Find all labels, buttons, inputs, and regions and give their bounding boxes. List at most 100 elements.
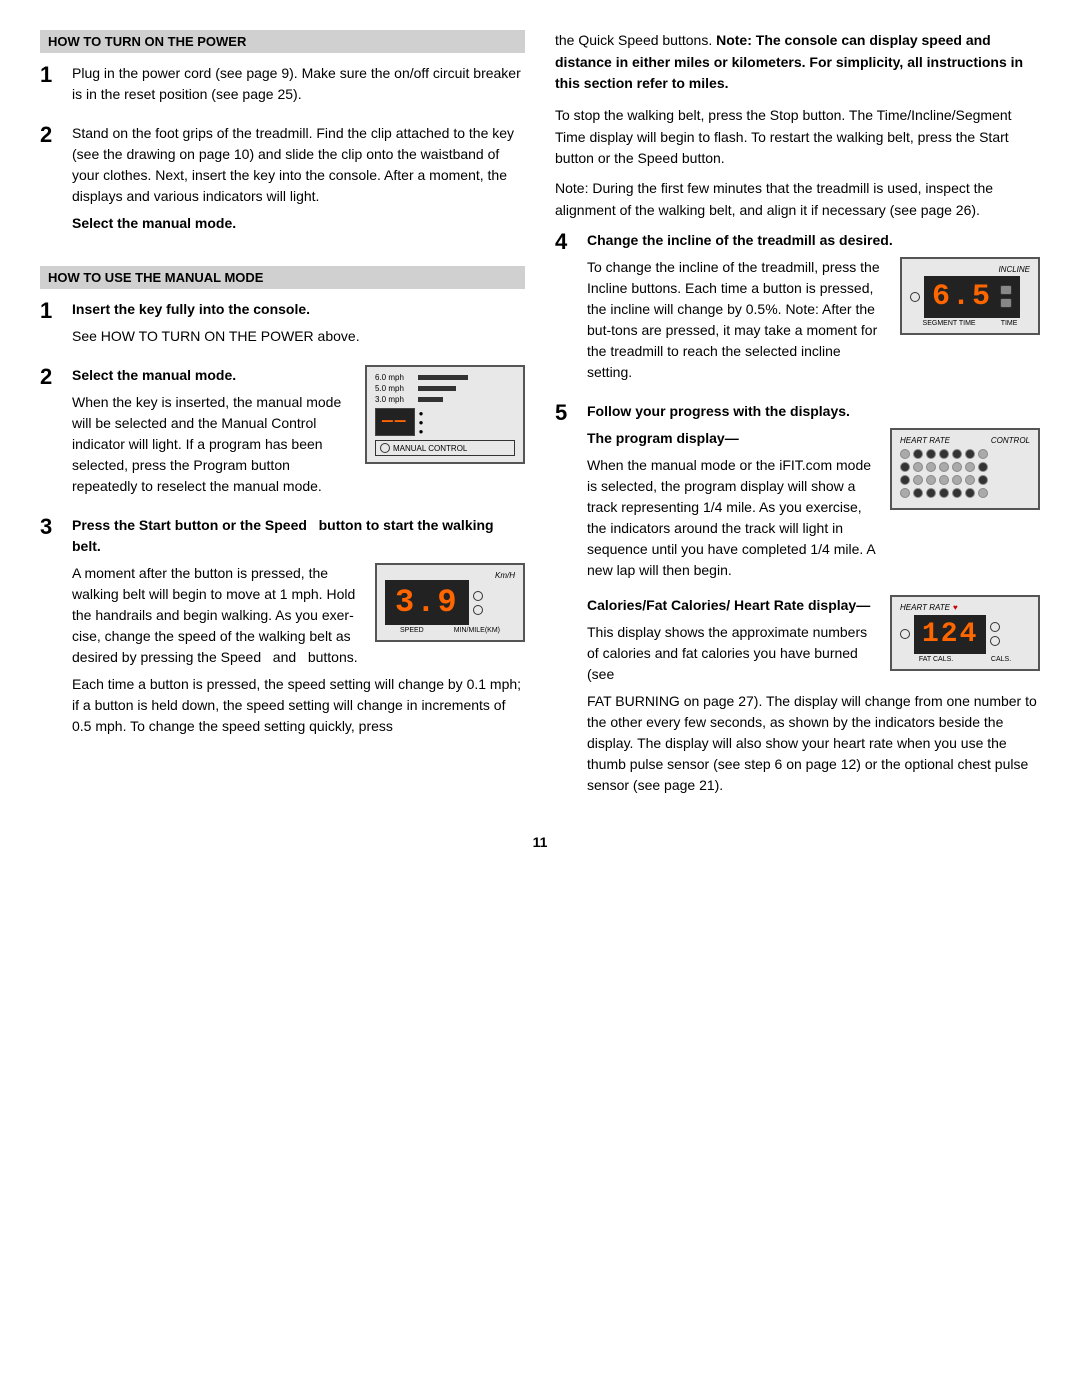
hr-cals-image: HEART RATE ♥ 124 bbox=[890, 595, 1040, 671]
manual-step-2-image: 6.0 mph 5.0 mph 3.0 mph bbox=[365, 365, 525, 464]
cals-heading: Calories/Fat Calories/ Heart Rate displa… bbox=[587, 595, 878, 616]
knob-up bbox=[473, 591, 483, 601]
hr-dot bbox=[913, 475, 923, 485]
program-display-heading: The program display— bbox=[587, 428, 878, 449]
program-display-desc: When the manual mode or the iFIT.com mod… bbox=[587, 455, 878, 581]
hr-dot bbox=[952, 488, 962, 498]
power-step-2: 2 Stand on the foot grips of the treadmi… bbox=[40, 123, 525, 240]
incline-down-btn bbox=[1000, 298, 1012, 308]
hr-dot bbox=[978, 449, 988, 459]
min-label: MIN/MILE(km) bbox=[454, 627, 500, 634]
manual-step-2-content: Select the manual mode. When the key is … bbox=[72, 365, 525, 503]
console-dots: ●●● bbox=[419, 409, 424, 436]
hr-dot bbox=[926, 475, 936, 485]
console-illustration: 6.0 mph 5.0 mph 3.0 mph bbox=[365, 365, 525, 464]
step-5: 5 Follow your progress with the displays… bbox=[555, 401, 1040, 802]
power-step-1-text: Plug in the power cord (see page 9). Mak… bbox=[72, 63, 525, 105]
right-column: the Quick Speed buttons. Note: The conso… bbox=[555, 30, 1040, 814]
cals-display-text: Calories/Fat Calories/ Heart Rate displa… bbox=[587, 595, 878, 691]
speed-bar-3 bbox=[418, 397, 443, 402]
hr-dot bbox=[965, 488, 975, 498]
hr-dot-grid bbox=[900, 449, 1030, 498]
speed-bars: 6.0 mph 5.0 mph 3.0 mph bbox=[375, 373, 515, 404]
step-4-content: Change the incline of the treadmill as d… bbox=[587, 230, 1040, 389]
manual-step-1-content: Insert the key fully into the console. S… bbox=[72, 299, 525, 353]
speed-display-inner: 3.9 bbox=[385, 580, 515, 625]
step-number-2: 2 bbox=[40, 123, 64, 240]
right-intro: the Quick Speed buttons. Note: The conso… bbox=[555, 30, 1040, 95]
hr-dot bbox=[900, 488, 910, 498]
hr-cals-digit: 124 bbox=[914, 615, 986, 654]
hr-dot bbox=[978, 462, 988, 472]
incline-up-btn bbox=[1000, 285, 1012, 295]
incline-label: INCLINE bbox=[910, 265, 1030, 274]
kmh-label: Km/H bbox=[385, 571, 515, 580]
step-4: 4 Change the incline of the treadmill as… bbox=[555, 230, 1040, 389]
cals-desc: This display shows the approximate numbe… bbox=[587, 622, 878, 685]
manual-step-3: 3 Press the Start button or the Speed bu… bbox=[40, 515, 525, 743]
console-bottom: —— ●●● bbox=[375, 408, 515, 436]
incline-seg-labels: SEGMENT TIME TIME bbox=[910, 320, 1030, 327]
manual-step-3-bold: Press the Start button or the Speed butt… bbox=[72, 515, 525, 557]
power-step-2-content: Stand on the foot grips of the treadmill… bbox=[72, 123, 525, 240]
hr-dot bbox=[952, 462, 962, 472]
hr-dot bbox=[952, 475, 962, 485]
manual-step-1: 1 Insert the key fully into the console.… bbox=[40, 299, 525, 353]
hr-dot-top bbox=[990, 622, 1000, 632]
speed-display-box: Km/H 3.9 SPEED MIN/MILE(km) bbox=[375, 563, 525, 642]
fat-cals-label: FAT CALS. bbox=[919, 656, 953, 663]
speed-side-knobs bbox=[473, 591, 483, 615]
step-number-5: 5 bbox=[555, 401, 579, 802]
hr-dot bbox=[926, 488, 936, 498]
manual-step-3-text: A moment after the button is pressed, th… bbox=[72, 563, 363, 674]
manual-step-2-text: Select the manual mode. When the key is … bbox=[72, 365, 353, 503]
hr-dot bbox=[939, 462, 949, 472]
left-column: HOW TO TURN ON THE POWER 1 Plug in the p… bbox=[40, 30, 525, 814]
hr-display-image: HEART RATE CONTROL bbox=[890, 428, 1040, 510]
step-4-bold: Change the incline of the treadmill as d… bbox=[587, 230, 1040, 251]
speed-bar-label-1: 6.0 mph bbox=[375, 373, 415, 382]
manual-step-2: 2 Select the manual mode. When the key i… bbox=[40, 365, 525, 503]
page-number: 11 bbox=[40, 834, 1040, 850]
hr-bottom-labels: FAT CALS. CALS. bbox=[900, 656, 1030, 663]
stop-para: To stop the walking belt, press the Stop… bbox=[555, 105, 1040, 170]
manual-step-3-content: Press the Start button or the Speed butt… bbox=[72, 515, 525, 743]
hr-dot bbox=[900, 462, 910, 472]
speed-bar-row-2: 5.0 mph bbox=[375, 384, 515, 393]
hr-dot bbox=[926, 462, 936, 472]
incline-display: INCLINE 6.5 bbox=[900, 257, 1040, 335]
manual-step-3-para2: Each time a button is pressed, the speed… bbox=[72, 674, 525, 737]
incline-knob bbox=[910, 292, 920, 302]
power-step-1-content: Plug in the power cord (see page 9). Mak… bbox=[72, 63, 525, 111]
hr-dot-row-3 bbox=[900, 475, 1030, 485]
hr-dot bbox=[913, 488, 923, 498]
heart-display-box: HEART RATE CONTROL bbox=[890, 428, 1040, 510]
hr-dot bbox=[900, 449, 910, 459]
hr-dot bbox=[939, 475, 949, 485]
hr-dot bbox=[926, 449, 936, 459]
step-4-with-image: To change the incline of the treadmill, … bbox=[587, 257, 1040, 389]
hr-dot bbox=[913, 462, 923, 472]
knob-circle bbox=[380, 443, 390, 453]
step-5-content: Follow your progress with the displays. … bbox=[587, 401, 1040, 802]
hr-dot-row-2 bbox=[900, 462, 1030, 472]
speed-bar-label-2: 5.0 mph bbox=[375, 384, 415, 393]
manual-step-3-with-image: A moment after the button is pressed, th… bbox=[72, 563, 525, 674]
hr-dot-row-4 bbox=[900, 488, 1030, 498]
hr-top-label: HEART RATE CONTROL bbox=[900, 436, 1030, 445]
step-number-4: 4 bbox=[555, 230, 579, 389]
power-step-2-bold: Select the manual mode. bbox=[72, 213, 525, 234]
manual-step-1-sub: See HOW TO TURN ON THE POWER above. bbox=[72, 326, 525, 347]
hr-cals-top: HEART RATE ♥ bbox=[900, 603, 1030, 612]
manual-step-3-desc1: A moment after the button is pressed, th… bbox=[72, 563, 363, 668]
hr-dot bbox=[978, 475, 988, 485]
knob-down bbox=[473, 605, 483, 615]
hr-dot bbox=[900, 475, 910, 485]
hr-dot bbox=[965, 462, 975, 472]
program-display-text: The program display— When the manual mod… bbox=[587, 428, 878, 587]
section2-heading: HOW TO USE THE MANUAL MODE bbox=[40, 266, 525, 289]
hr-dot bbox=[978, 488, 988, 498]
hr-cals-box: HEART RATE ♥ 124 bbox=[890, 595, 1040, 671]
manual-step-number-2: 2 bbox=[40, 365, 64, 503]
step-number-1: 1 bbox=[40, 63, 64, 111]
